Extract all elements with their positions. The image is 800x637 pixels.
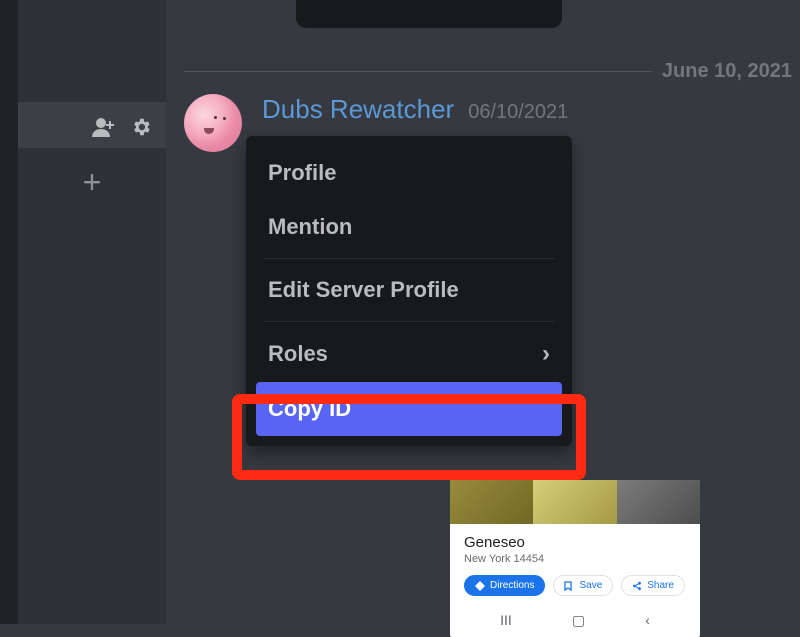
menu-item-copy-id-label: Copy ID xyxy=(268,396,351,422)
menu-separator xyxy=(264,258,554,259)
save-chip-label: Save xyxy=(579,580,602,591)
add-member-icon[interactable] xyxy=(92,117,116,142)
directions-chip-label: Directions xyxy=(490,580,534,591)
bookmark-icon xyxy=(564,581,574,591)
settings-icon[interactable] xyxy=(130,116,152,143)
share-icon xyxy=(632,581,642,591)
avatar[interactable] xyxy=(184,94,242,152)
message-timestamp: 06/10/2021 xyxy=(468,101,568,124)
embed-title: Geneseo xyxy=(464,534,686,551)
nav-back-icon[interactable]: ‹ xyxy=(645,612,650,629)
channel-list-column: + xyxy=(18,0,166,624)
nav-home-icon[interactable]: ▢ xyxy=(572,612,585,629)
message-header: Dubs Rewatcher 06/10/2021 xyxy=(262,94,568,125)
divider-line xyxy=(184,71,652,72)
menu-item-edit-server-profile[interactable]: Edit Server Profile xyxy=(256,263,562,317)
user-context-menu: Profile Mention Edit Server Profile Role… xyxy=(246,136,572,446)
menu-separator xyxy=(264,321,554,322)
menu-item-profile-label: Profile xyxy=(268,160,336,186)
map-embed-card[interactable]: Geneseo New York 14454 Directions Save xyxy=(450,480,700,637)
menu-item-mention-label: Mention xyxy=(268,214,352,240)
menu-item-mention[interactable]: Mention xyxy=(256,200,562,254)
share-chip[interactable]: Share xyxy=(621,575,685,596)
chevron-right-icon: › xyxy=(542,340,550,368)
menu-item-copy-id[interactable]: Copy ID xyxy=(256,382,562,436)
embed-thumbnail xyxy=(450,480,700,524)
create-channel-button[interactable]: + xyxy=(83,166,102,198)
phone-nav-bar-top xyxy=(296,0,562,28)
divider-date-label: June 10, 2021 xyxy=(662,60,800,83)
server-list-column xyxy=(0,0,18,624)
menu-item-edit-server-profile-label: Edit Server Profile xyxy=(268,277,459,303)
directions-chip[interactable]: Directions xyxy=(464,575,545,596)
embed-subtitle: New York 14454 xyxy=(464,553,686,565)
directions-icon xyxy=(475,581,485,591)
date-divider: June 10, 2021 xyxy=(184,60,800,83)
share-chip-label: Share xyxy=(647,580,674,591)
username[interactable]: Dubs Rewatcher xyxy=(262,94,454,125)
phone-nav-bar-bottom: III ▢ ‹ xyxy=(450,602,700,637)
menu-item-roles-label: Roles xyxy=(268,341,328,367)
save-chip[interactable]: Save xyxy=(553,575,613,596)
nav-recents-icon[interactable]: III xyxy=(500,612,512,629)
menu-item-roles[interactable]: Roles › xyxy=(256,326,562,382)
menu-item-profile[interactable]: Profile xyxy=(256,146,562,200)
